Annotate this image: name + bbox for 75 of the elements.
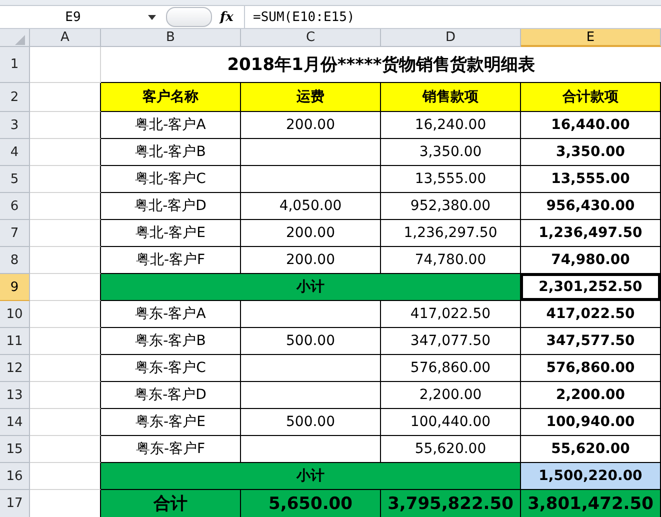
table-cell: 1,236,497.50 — [521, 220, 661, 247]
table-cell: 小计 — [101, 274, 521, 301]
table-cell: 粤北-客户B — [101, 139, 241, 166]
select-all-icon[interactable] — [14, 34, 24, 44]
table-cell: 粤东-客户B — [101, 328, 241, 355]
table-cell: 200.00 — [241, 112, 381, 139]
table-cell: 100,940.00 — [521, 409, 661, 436]
table-cell: 粤北-客户C — [101, 166, 241, 193]
column-header[interactable]: D — [381, 29, 521, 47]
table-cell: 合计 — [101, 490, 241, 517]
table-cell: 粤北-客户D — [101, 193, 241, 220]
table-cell: 粤东-客户C — [101, 355, 241, 382]
table-cell: 3,795,822.50 — [381, 490, 521, 517]
column-heading: 销售款项 — [381, 83, 521, 112]
row-header[interactable]: 1 — [0, 47, 30, 83]
row-header[interactable]: 5 — [0, 166, 30, 193]
table-cell: 粤东-客户D — [101, 382, 241, 409]
expand-handle[interactable] — [166, 7, 212, 27]
row-header[interactable]: 13 — [0, 382, 30, 409]
row-header[interactable]: 8 — [0, 247, 30, 274]
table-cell: 956,430.00 — [521, 193, 661, 220]
table-cell: 1,236,297.50 — [381, 220, 521, 247]
table-cell: 2,200.00 — [381, 382, 521, 409]
row-header[interactable]: 10 — [0, 301, 30, 328]
table-cell: 347,077.50 — [381, 328, 521, 355]
table-cell: 2,200.00 — [521, 382, 661, 409]
formula-field[interactable]: =SUM(E10:E15) — [253, 10, 355, 24]
insert-function-button[interactable]: fx — [220, 10, 244, 24]
row-header[interactable]: 14 — [0, 409, 30, 436]
table-cell: 粤北-客户E — [101, 220, 241, 247]
table-cell: 347,577.50 — [521, 328, 661, 355]
column-header[interactable]: A — [30, 29, 101, 47]
row-header[interactable]: 9 — [0, 274, 30, 301]
row-header[interactable]: 2 — [0, 83, 30, 112]
column-heading: 运费 — [241, 83, 381, 112]
table-cell: 5,650.00 — [241, 490, 381, 517]
column-header[interactable]: E — [521, 29, 661, 47]
name-box[interactable]: E9 — [0, 7, 146, 27]
table-cell: 500.00 — [241, 409, 381, 436]
row-header[interactable]: 7 — [0, 220, 30, 247]
table-cell: 576,860.00 — [521, 355, 661, 382]
column-header[interactable]: B — [101, 29, 241, 47]
table-cell: 3,350.00 — [521, 139, 661, 166]
table-cell: 粤北-客户A — [101, 112, 241, 139]
row-header[interactable]: 15 — [0, 436, 30, 463]
table-cell: 2,301,252.50 — [521, 274, 661, 301]
row-header[interactable]: 12 — [0, 355, 30, 382]
table-cell: 4,050.00 — [241, 193, 381, 220]
table-cell: 100,440.00 — [381, 409, 521, 436]
table-cell: 500.00 — [241, 328, 381, 355]
table-cell: 粤东-客户A — [101, 301, 241, 328]
table-cell: 粤东-客户E — [101, 409, 241, 436]
row-header[interactable]: 3 — [0, 112, 30, 139]
dropdown-caret-icon[interactable] — [146, 13, 158, 21]
table-cell: 200.00 — [241, 220, 381, 247]
table-cell: 3,801,472.50 — [521, 490, 661, 517]
table-cell: 16,240.00 — [381, 112, 521, 139]
table-cell: 13,555.00 — [381, 166, 521, 193]
row-header[interactable]: 16 — [0, 463, 30, 490]
table-cell: 3,350.00 — [381, 139, 521, 166]
row-header[interactable]: 17 — [0, 490, 30, 517]
row-header[interactable]: 4 — [0, 139, 30, 166]
column-heading: 合计款项 — [521, 83, 661, 112]
table-cell: 952,380.00 — [381, 193, 521, 220]
column-heading: 客户名称 — [101, 83, 241, 112]
table-cell: 13,555.00 — [521, 166, 661, 193]
table-cell: 16,440.00 — [521, 112, 661, 139]
row-header[interactable]: 6 — [0, 193, 30, 220]
table-cell: 417,022.50 — [381, 301, 521, 328]
row-header[interactable]: 11 — [0, 328, 30, 355]
table-cell: 小计 — [101, 463, 521, 490]
table-cell: 417,022.50 — [521, 301, 661, 328]
table-cell: 576,860.00 — [381, 355, 521, 382]
table-cell: 1,500,220.00 — [521, 463, 661, 490]
column-header[interactable]: C — [241, 29, 381, 47]
